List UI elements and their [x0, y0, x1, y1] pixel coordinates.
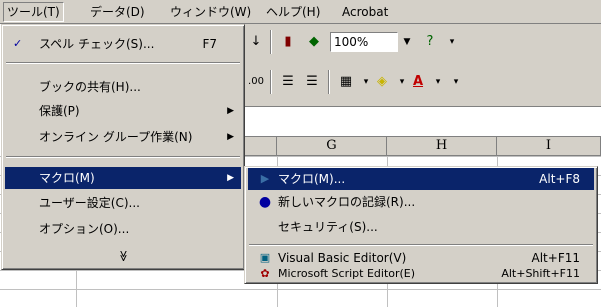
visual-basic-editor-icon: ▣	[259, 251, 271, 264]
toolbar-options-icon[interactable]: ▾	[442, 32, 462, 52]
office-assistant-icon[interactable]: ?	[420, 32, 440, 52]
menu-separator	[249, 244, 593, 246]
drawing-icon[interactable]: ◆	[304, 32, 324, 52]
toolbar-options-icon[interactable]: ▾	[446, 72, 466, 92]
decrease-indent-icon[interactable]: ☰	[278, 72, 298, 92]
decrease-decimal-icon[interactable]: .00	[246, 72, 266, 92]
menu-item-label: 新しいマクロの記録(R)...	[278, 195, 416, 209]
chevron-down-icon[interactable]: ▾	[428, 72, 448, 92]
menu-item-label: マクロ(M)...	[278, 172, 346, 186]
menu-item-label: スペル チェック(S)...	[39, 37, 155, 51]
menu-item-label: ユーザー設定(C)...	[39, 196, 140, 210]
expand-chevron-icon: ≫	[116, 250, 130, 262]
macro-submenu: ▶ マクロ(M)... Alt+F8 ● 新しいマクロの記録(R)... セキュ…	[244, 166, 598, 284]
submenu-arrow-icon: ▶	[227, 106, 234, 116]
tools-menu: ✓ スペル チェック(S)... F7 ブックの共有(H)... 保護(P) ▶…	[1, 24, 245, 270]
spelling-check-icon: ✓	[13, 37, 23, 50]
menu-item-label: オンライン グループ作業(N)	[39, 130, 193, 144]
formula-bar[interactable]	[236, 106, 601, 137]
shortcut-text: F7	[202, 37, 217, 51]
menu-item-online-collaboration[interactable]: オンライン グループ作業(N) ▶	[5, 126, 241, 148]
fill-color-icon[interactable]: ◈	[372, 72, 392, 92]
menu-separator	[6, 62, 240, 64]
submenu-arrow-icon: ▶	[227, 173, 234, 183]
column-header-g[interactable]: G	[277, 137, 387, 155]
toolbar-separator	[270, 30, 272, 54]
menu-item-options[interactable]: オプション(O)...	[5, 218, 241, 240]
menu-item-label: 保護(P)	[39, 104, 80, 118]
menu-expand-button[interactable]: ≫	[5, 244, 241, 266]
menu-help[interactable]: ヘルプ(H)	[263, 3, 323, 21]
toolbar-area: ↓ ▮ ◆ 100% ▼ ? ▾ .00 ☰ ☰ ▦ ▾ ◈ ▾ A ▾ ▾	[236, 24, 601, 106]
standard-toolbar: ↓ ▮ ◆ 100% ▼ ? ▾	[236, 24, 601, 58]
record-macro-icon: ●	[258, 194, 272, 210]
script-editor-icon: ✿	[260, 267, 270, 280]
borders-icon[interactable]: ▦	[336, 72, 356, 92]
menu-item-script-editor[interactable]: ✿ Microsoft Script Editor(E) Alt+Shift+F…	[248, 264, 594, 284]
menu-item-record-macro[interactable]: ● 新しいマクロの記録(R)...	[248, 191, 594, 213]
play-macro-icon: ▶	[260, 172, 270, 185]
menu-data[interactable]: データ(D)	[87, 3, 148, 21]
submenu-arrow-icon: ▶	[227, 132, 234, 142]
menu-item-label: ブックの共有(H)...	[39, 80, 141, 94]
sort-descending-icon[interactable]: ↓	[246, 32, 266, 52]
chart-wizard-icon[interactable]: ▮	[278, 32, 298, 52]
column-header-h[interactable]: H	[387, 137, 497, 155]
menu-item-macro[interactable]: マクロ(M) ▶	[5, 167, 241, 189]
font-color-icon[interactable]: A	[408, 72, 428, 92]
menu-window[interactable]: ウィンドウ(W)	[167, 3, 254, 21]
menu-item-share-workbook[interactable]: ブックの共有(H)...	[5, 76, 241, 98]
toolbar-separator	[270, 70, 272, 94]
increase-indent-icon[interactable]: ☰	[302, 72, 322, 92]
formatting-toolbar: .00 ☰ ☰ ▦ ▾ ◈ ▾ A ▾ ▾	[236, 64, 601, 98]
menu-item-label: オプション(O)...	[39, 222, 130, 236]
menu-tools[interactable]: ツール(T)	[3, 2, 64, 22]
menu-item-label: セキュリティ(S)...	[278, 220, 378, 234]
menu-item-label: マクロ(M)	[39, 171, 95, 185]
menu-item-spelling[interactable]: ✓ スペル チェック(S)... F7	[5, 33, 241, 55]
shortcut-text: Alt+F8	[539, 172, 580, 186]
zoom-combo[interactable]: 100%	[330, 32, 398, 52]
column-headers: G H I	[236, 137, 601, 156]
menu-item-macros[interactable]: ▶ マクロ(M)... Alt+F8	[248, 168, 594, 190]
column-header-i[interactable]: I	[497, 137, 601, 155]
toolbar-separator	[328, 70, 330, 94]
menu-separator	[6, 156, 240, 158]
menu-item-security[interactable]: セキュリティ(S)...	[248, 216, 594, 238]
menu-item-label: Microsoft Script Editor(E)	[278, 267, 416, 280]
menu-item-protection[interactable]: 保護(P) ▶	[5, 100, 241, 122]
chevron-down-icon[interactable]: ▼	[400, 32, 414, 52]
menu-acrobat[interactable]: Acrobat	[339, 3, 391, 21]
shortcut-text: Alt+Shift+F11	[501, 267, 580, 280]
menu-bar: ツール(T) データ(D) ウィンドウ(W) ヘルプ(H) Acrobat	[0, 0, 601, 24]
menu-item-customize[interactable]: ユーザー設定(C)...	[5, 192, 241, 214]
